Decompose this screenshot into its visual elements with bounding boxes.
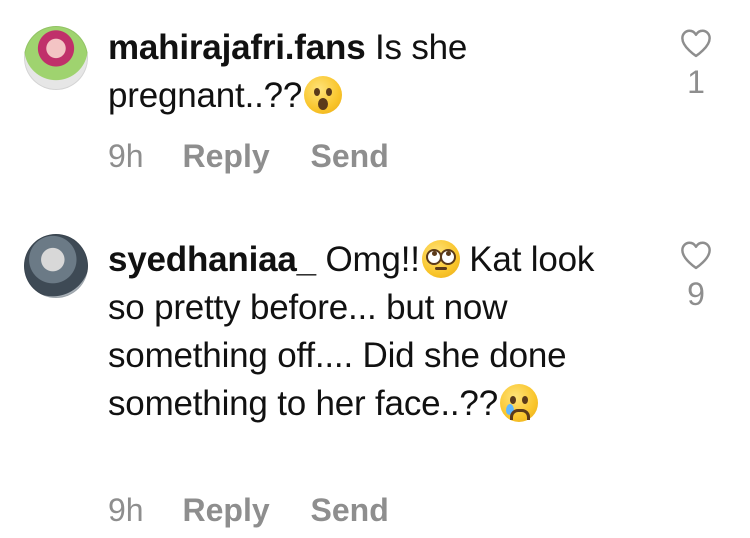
hushed-face-icon — [304, 76, 343, 114]
comment-text: syedhaniaa_ Omg!! Kat look so pretty bef… — [108, 236, 628, 428]
comment-meta: 9h Reply Send — [108, 138, 389, 175]
username[interactable]: mahirajafri.fans — [108, 28, 366, 67]
heart-icon[interactable] — [679, 28, 713, 58]
avatar[interactable] — [24, 234, 88, 298]
reply-button[interactable]: Reply — [182, 492, 269, 529]
comment-meta: 9h Reply Send — [108, 492, 389, 529]
username[interactable]: syedhaniaa_ — [108, 240, 316, 279]
crying-face-icon — [499, 384, 538, 422]
comment-item: syedhaniaa_ Omg!! Kat look so pretty bef… — [0, 230, 750, 538]
reply-button[interactable]: Reply — [182, 138, 269, 175]
like-control: 9 — [678, 240, 714, 313]
timestamp: 9h — [108, 492, 144, 528]
like-control: 1 — [678, 28, 714, 101]
send-button[interactable]: Send — [311, 492, 389, 529]
like-count: 1 — [687, 64, 705, 100]
send-button[interactable]: Send — [311, 138, 389, 175]
comment-body-part1: Omg!! — [325, 240, 420, 279]
like-count: 9 — [687, 276, 705, 312]
timestamp: 9h — [108, 138, 144, 174]
rolling-eyes-icon — [421, 240, 460, 278]
comment-item: mahirajafri.fans Is she pregnant..?? 9h … — [0, 0, 750, 210]
heart-icon[interactable] — [679, 240, 713, 270]
avatar[interactable] — [24, 26, 88, 90]
comment-text: mahirajafri.fans Is she pregnant..?? — [108, 24, 628, 120]
